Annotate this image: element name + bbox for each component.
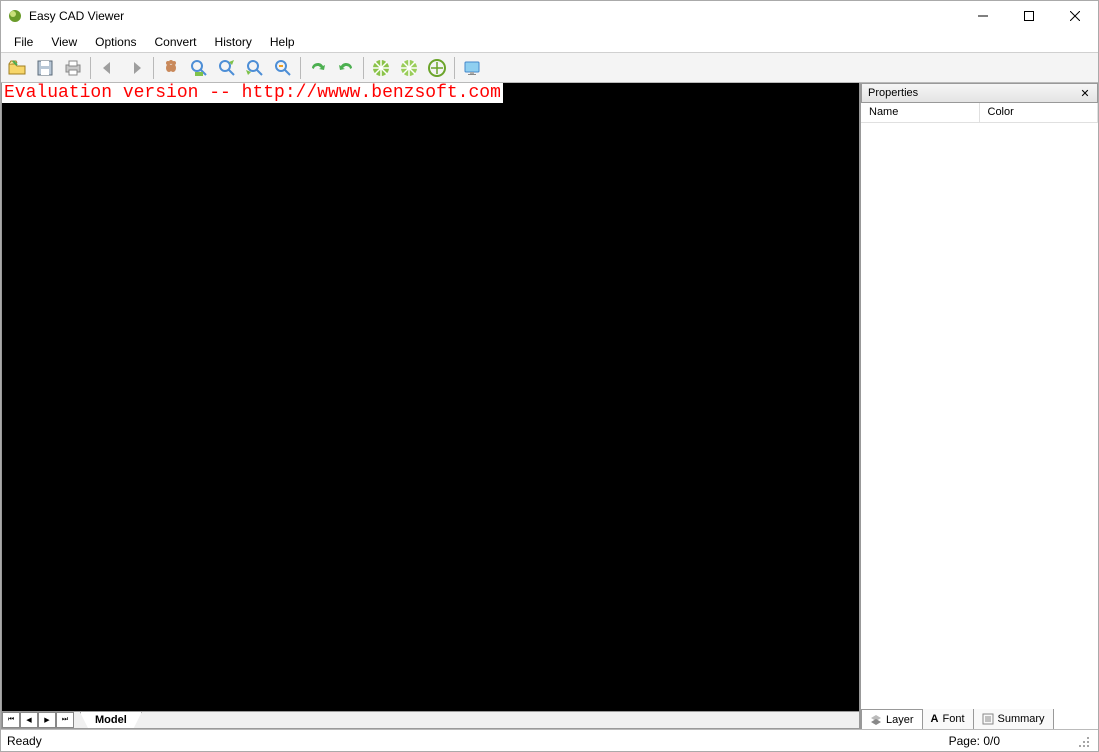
zoom-extents-icon (245, 58, 265, 78)
menu-help[interactable]: Help (261, 33, 304, 51)
properties-body (861, 123, 1098, 709)
views-1-button[interactable] (367, 55, 395, 81)
sheet-last-button[interactable]: ⏭ (56, 712, 74, 728)
display-icon (462, 58, 482, 78)
minimize-button[interactable] (960, 1, 1006, 31)
zoom-window-icon (273, 58, 293, 78)
undo-button[interactable] (332, 55, 360, 81)
pan-icon (161, 58, 181, 78)
redo-icon (308, 58, 328, 78)
properties-panel: Properties ✕ Name Color Layer AFont Summar… (860, 83, 1098, 729)
forward-button[interactable] (122, 55, 150, 81)
resize-grip-icon[interactable] (1078, 734, 1092, 748)
maximize-button[interactable] (1006, 1, 1052, 31)
zoom-out-button[interactable] (213, 55, 241, 81)
properties-tab-label: Layer (886, 714, 914, 726)
zoom-in-button[interactable] (185, 55, 213, 81)
properties-close-icon[interactable]: ✕ (1079, 87, 1091, 100)
back-icon (98, 58, 118, 78)
zoom-out-icon (217, 58, 237, 78)
toolbar-separator (363, 57, 364, 79)
views-3-button[interactable] (423, 55, 451, 81)
views-2-icon (399, 58, 419, 78)
toolbar-separator (454, 57, 455, 79)
toolbar-separator (153, 57, 154, 79)
menu-convert[interactable]: Convert (146, 33, 206, 51)
forward-icon (126, 58, 146, 78)
properties-tabs: Layer AFont Summary (861, 709, 1098, 729)
window-controls (960, 1, 1098, 31)
open-button[interactable] (3, 55, 31, 81)
zoom-in-icon (189, 58, 209, 78)
zoom-extents-button[interactable] (241, 55, 269, 81)
open-icon (7, 58, 27, 78)
print-icon (63, 58, 83, 78)
sheet-next-button[interactable]: ▶ (38, 712, 56, 728)
close-button[interactable] (1052, 1, 1098, 31)
sheet-first-button[interactable]: ⏮ (2, 712, 20, 728)
sheet-tab-model[interactable]: Model (80, 712, 142, 728)
properties-tab-summary[interactable]: Summary (974, 709, 1054, 729)
menubar: FileViewOptionsConvertHistoryHelp (1, 31, 1098, 53)
save-button[interactable] (31, 55, 59, 81)
properties-tab-label: Summary (998, 713, 1045, 725)
redo-button[interactable] (304, 55, 332, 81)
status-ready: Ready (7, 734, 42, 748)
views-2-button[interactable] (395, 55, 423, 81)
evaluation-banner: Evaluation version -- http://wwww.benzso… (2, 83, 503, 103)
properties-tab-font[interactable]: AFont (923, 709, 974, 729)
layer-icon (870, 714, 882, 726)
toolbar (1, 53, 1098, 83)
properties-title: Properties (868, 87, 918, 99)
save-icon (35, 58, 55, 78)
views-3-icon (427, 58, 447, 78)
font-icon: A (931, 713, 939, 725)
app-icon (7, 8, 23, 24)
status-page: Page: 0/0 (949, 734, 1000, 748)
titlebar: Easy CAD Viewer (1, 1, 1098, 31)
drawing-canvas[interactable]: Evaluation version -- http://wwww.benzso… (2, 83, 859, 711)
app-title: Easy CAD Viewer (29, 9, 124, 23)
statusbar: Ready Page: 0/0 (1, 729, 1098, 751)
column-name[interactable]: Name (861, 103, 980, 122)
menu-file[interactable]: File (5, 33, 42, 51)
properties-header[interactable]: Properties ✕ (861, 83, 1098, 103)
summary-icon (982, 713, 994, 725)
sheet-tab-label: Model (95, 714, 127, 726)
evaluation-link[interactable]: http://wwww.benzsoft.com (242, 83, 501, 103)
pan-button[interactable] (157, 55, 185, 81)
undo-icon (336, 58, 356, 78)
toolbar-separator (300, 57, 301, 79)
properties-tab-label: Font (942, 713, 964, 725)
properties-tab-layer[interactable]: Layer (861, 709, 923, 729)
evaluation-text: Evaluation version -- (4, 83, 242, 103)
zoom-window-button[interactable] (269, 55, 297, 81)
menu-history[interactable]: History (206, 33, 261, 51)
print-button[interactable] (59, 55, 87, 81)
sheet-prev-button[interactable]: ◀ (20, 712, 38, 728)
menu-options[interactable]: Options (86, 33, 145, 51)
views-1-icon (371, 58, 391, 78)
display-button[interactable] (458, 55, 486, 81)
toolbar-separator (90, 57, 91, 79)
menu-view[interactable]: View (42, 33, 86, 51)
properties-columns: Name Color (861, 103, 1098, 123)
back-button[interactable] (94, 55, 122, 81)
column-color[interactable]: Color (980, 103, 1099, 122)
sheet-tabs-row: ⏮ ◀ ▶ ⏭ Model (2, 711, 859, 728)
